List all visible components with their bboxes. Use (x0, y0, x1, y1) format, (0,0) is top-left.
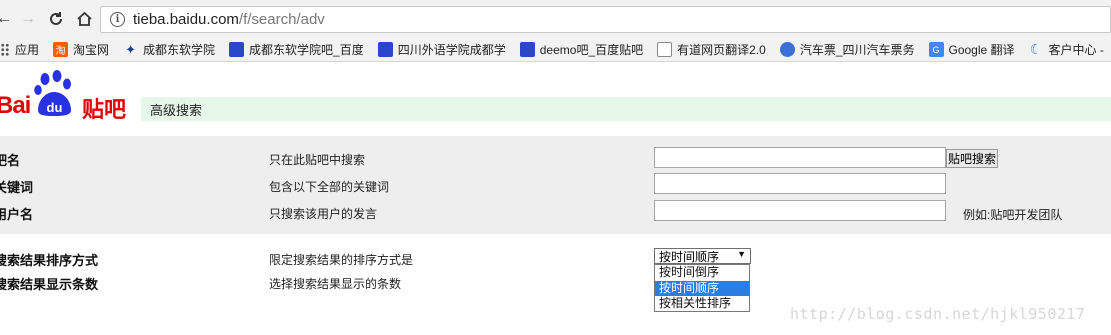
tieba-search-button[interactable]: 贴吧搜索 (946, 149, 998, 168)
back-arrow-icon[interactable]: ← (0, 9, 14, 29)
sort-option-time-asc[interactable]: 按时间顺序 (655, 280, 749, 297)
bookmark-label: 四川外语学院成都学 (397, 43, 506, 57)
sort-order-dropdown: 按时间倒序 按时间顺序 按相关性排序 (654, 264, 750, 312)
document-icon (657, 42, 673, 57)
bookmark-label: 成都东软学院 (143, 43, 216, 57)
bookmark-sisu-tieba[interactable]: 四川外语学院成都学 (377, 41, 506, 58)
moon-icon: ☾ (1029, 41, 1043, 57)
baidu-paw-icon (519, 42, 535, 57)
bookmark-label: 有道网页翻译2.0 (677, 43, 766, 57)
forward-arrow-icon[interactable]: → (18, 9, 38, 29)
baidu-tieba-logo[interactable]: Bai du 贴吧 (0, 70, 132, 122)
keyword-label: 关键词 (0, 180, 34, 195)
bookmark-youdao[interactable]: 有道网页翻译2.0 (657, 41, 766, 58)
username-input[interactable] (654, 200, 946, 221)
result-count-label: 搜索结果显示条数 (0, 277, 99, 292)
bookmark-taobao[interactable]: 淘 淘宝网 (53, 41, 109, 58)
logo-tieba: 贴吧 (82, 97, 127, 122)
keyword-input[interactable] (654, 173, 946, 194)
username-label: 用户名 (0, 207, 34, 222)
bookmark-label: Google 翻译 (948, 43, 1015, 57)
bookmark-google-translate[interactable]: G Google 翻译 (928, 41, 1015, 58)
sort-order-label: 搜索结果排序方式 (0, 253, 99, 268)
sort-order-selected: 按时间顺序 (659, 249, 720, 264)
url-path: /f/search/adv (238, 11, 325, 28)
bookmark-neusoft-tieba[interactable]: 成都东软学院吧_百度 (229, 41, 364, 58)
username-desc: 只搜索该用户的发言 (269, 207, 378, 221)
bookmarks-bar: 应用 淘 淘宝网 ✦ 成都东软学院 成都东软学院吧_百度 四川外语学院成都学 d… (0, 38, 1111, 62)
home-icon[interactable] (74, 9, 94, 29)
bookmark-customer-center[interactable]: ☾ 客户中心 - (1029, 41, 1104, 58)
result-count-desc: 选择搜索结果显示的条数 (269, 277, 402, 291)
keyword-desc: 包含以下全部的关键词 (269, 180, 390, 194)
forum-name-label: 吧名 (0, 153, 21, 168)
browser-toolbar: ← → i tieba.baidu.com /f/search/adv (0, 0, 1111, 38)
page-title-text: 高级搜索 (150, 102, 203, 118)
neusoft-icon: ✦ (125, 42, 136, 57)
logo-bai: Bai (0, 92, 31, 119)
bookmark-bus-tickets[interactable]: 汽车票_四川汽车票务 (779, 41, 915, 58)
apps-icon (0, 43, 9, 56)
bookmark-label: deemo吧_百度贴吧 (539, 43, 644, 57)
page-title: 高级搜索 (141, 97, 1111, 121)
baidu-paw-icon (377, 42, 393, 57)
bookmark-label: 应用 (15, 43, 40, 57)
bookmark-label: 成都东软学院吧_百度 (249, 43, 364, 57)
bookmark-label: 客户中心 - (1048, 43, 1104, 57)
bus-icon (779, 42, 795, 57)
sort-option-relevance[interactable]: 按相关性排序 (655, 296, 749, 312)
info-icon[interactable]: i (110, 12, 125, 27)
bookmark-apps[interactable]: 应用 (0, 41, 39, 58)
logo-du: du (47, 100, 63, 115)
bookmark-label: 汽车票_四川汽车票务 (799, 43, 915, 57)
address-bar[interactable]: i tieba.baidu.com /f/search/adv (100, 6, 1111, 33)
username-example: 例如:贴吧开发团队 (963, 208, 1063, 222)
bookmark-neusoft[interactable]: ✦ 成都东软学院 (123, 41, 215, 58)
sort-option-time-desc[interactable]: 按时间倒序 (655, 265, 749, 281)
watermark: http://blog.csdn.net/hjkl950217 (790, 305, 1086, 323)
forum-name-desc: 只在此贴吧中搜索 (269, 153, 366, 167)
url-host: tieba.baidu.com (133, 11, 239, 28)
forum-name-input[interactable] (654, 147, 946, 168)
taobao-icon: 淘 (53, 42, 69, 57)
sort-order-select[interactable]: 按时间顺序 ▼ (654, 248, 751, 264)
baidu-paw-icon (229, 42, 245, 57)
reload-icon[interactable] (46, 9, 66, 29)
baidu-paw-icon: du (34, 70, 71, 116)
sort-order-desc: 限定搜索结果的排序方式是 (269, 253, 414, 267)
bookmark-deemo-tieba[interactable]: deemo吧_百度贴吧 (519, 41, 644, 58)
bookmark-label: 淘宝网 (73, 43, 110, 57)
chevron-down-icon: ▼ (737, 249, 746, 259)
google-translate-icon: G (928, 42, 944, 57)
